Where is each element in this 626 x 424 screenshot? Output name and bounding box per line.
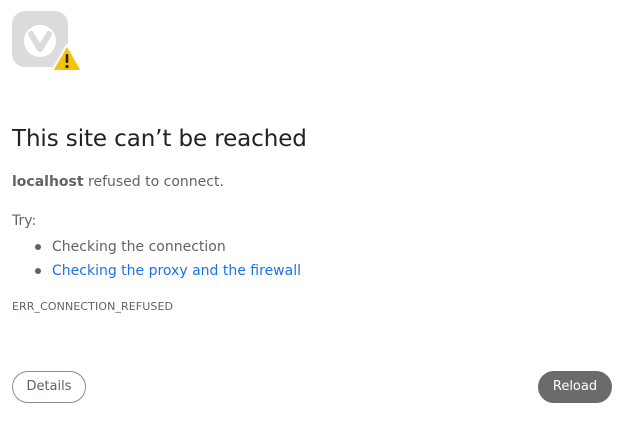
error-page: This site can’t be reached localhost ref… xyxy=(0,0,626,424)
error-code: ERR_CONNECTION_REFUSED xyxy=(12,300,174,313)
proxy-firewall-link[interactable]: Checking the proxy and the firewall xyxy=(52,263,301,279)
details-button[interactable]: Details xyxy=(12,371,86,403)
page-title: This site can’t be reached xyxy=(12,126,307,152)
error-message: refused to connect. xyxy=(83,174,224,190)
host-name: localhost xyxy=(12,174,84,190)
suggestions-list: Checking the connection Checking the pro… xyxy=(12,235,301,283)
reload-button[interactable]: Reload xyxy=(538,371,612,403)
suggestion-check-connection: Checking the connection xyxy=(52,239,226,255)
suggestion-item: Checking the connection xyxy=(12,235,301,259)
site-unreachable-icon xyxy=(12,11,84,73)
try-label: Try: xyxy=(12,213,37,229)
vivaldi-logo-warning-icon xyxy=(12,11,83,72)
bullet-icon xyxy=(35,268,41,274)
error-description: localhost refused to connect. xyxy=(12,172,224,192)
bullet-icon xyxy=(35,244,41,250)
suggestion-item: Checking the proxy and the firewall xyxy=(12,259,301,283)
